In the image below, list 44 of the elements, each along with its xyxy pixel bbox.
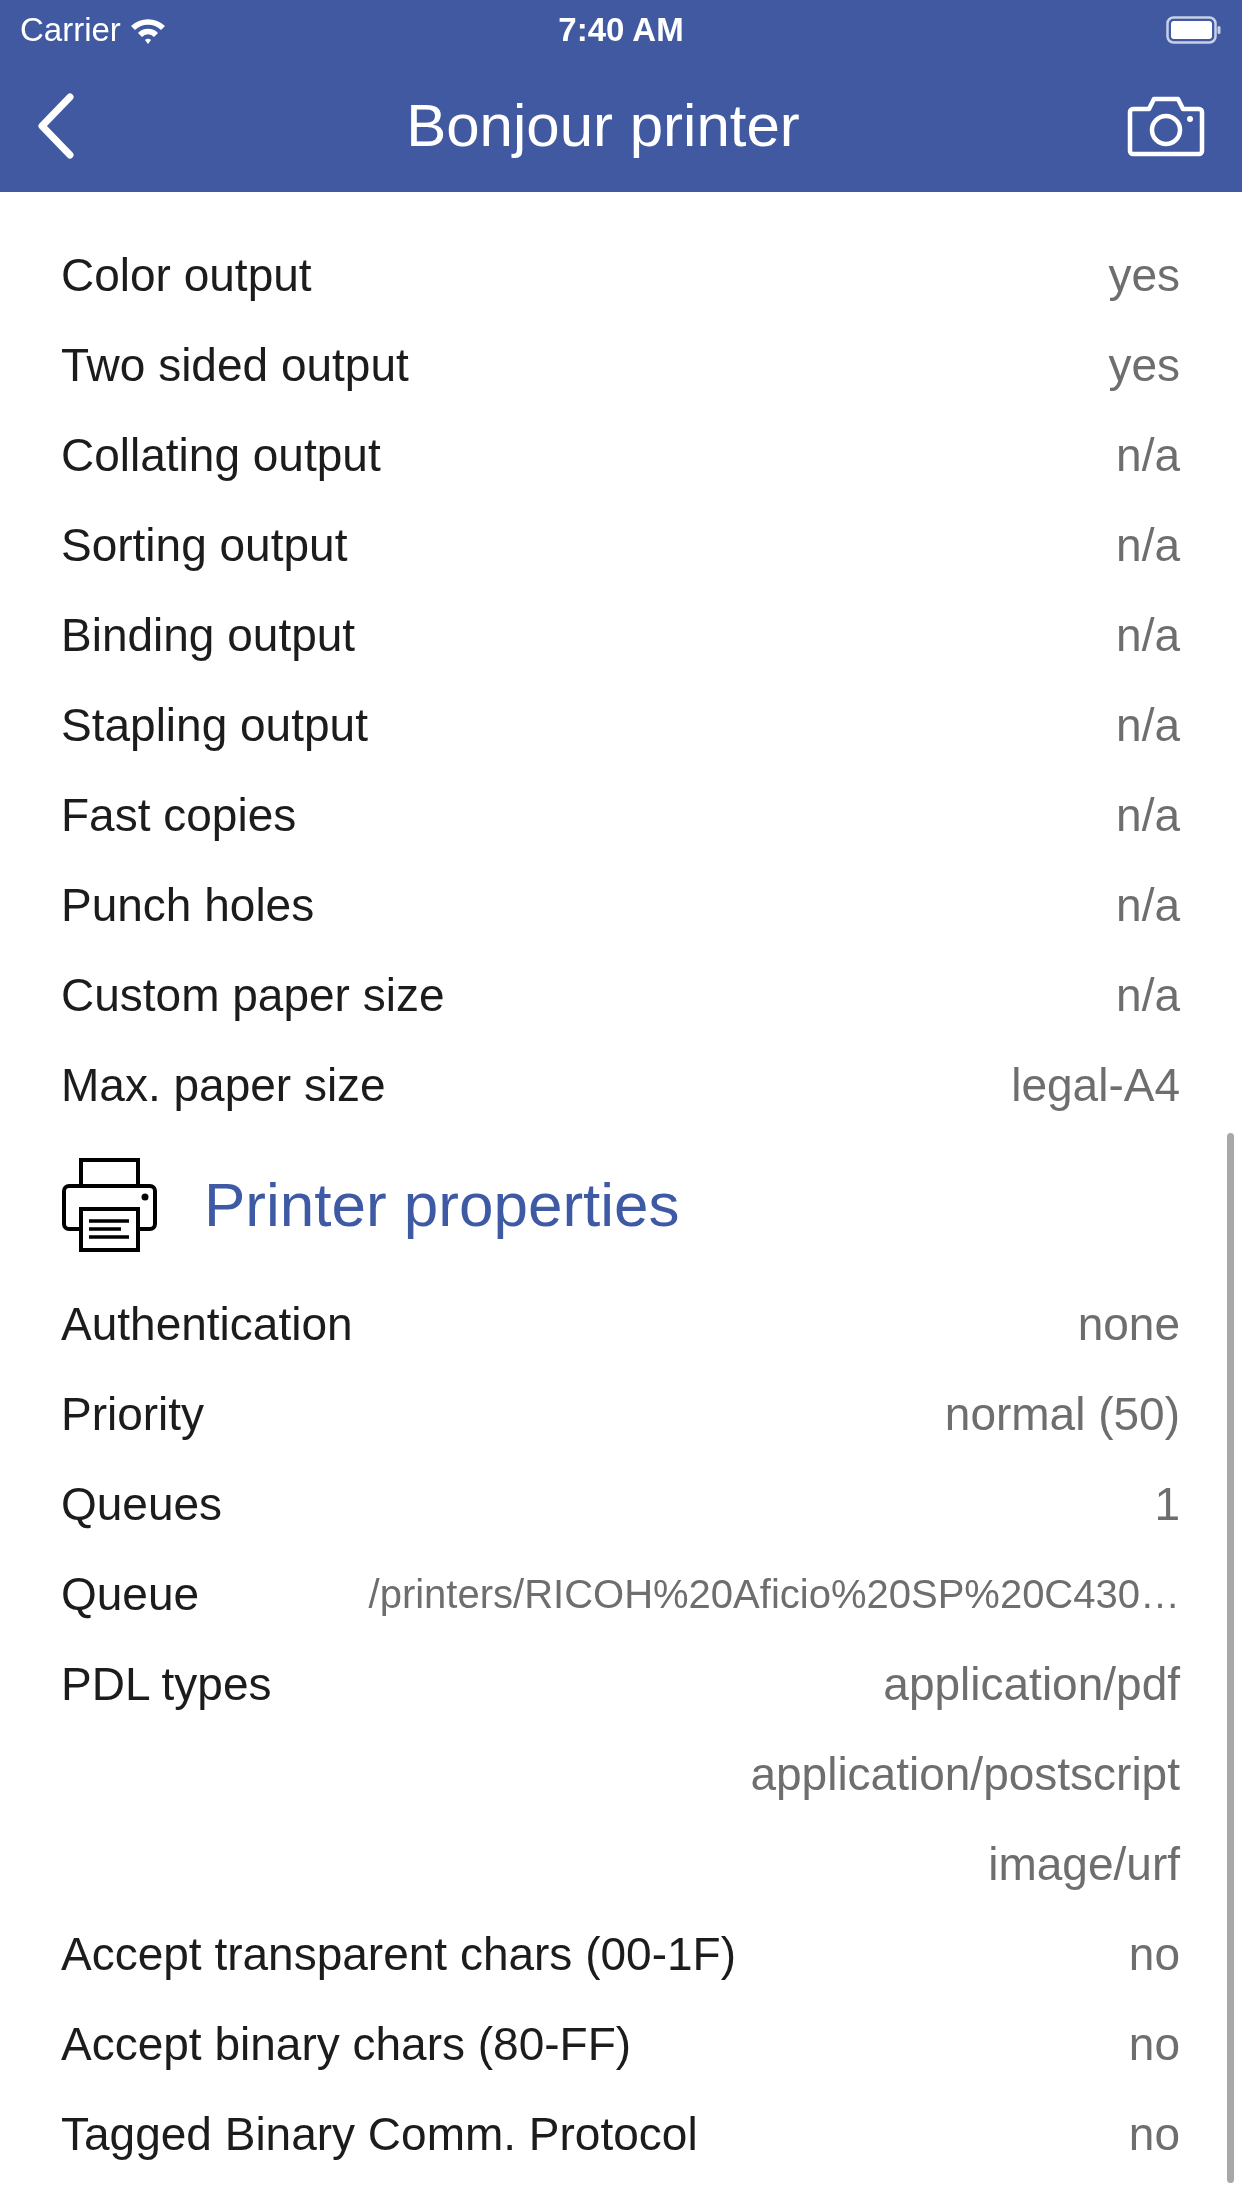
row-value: none xyxy=(1077,1296,1180,1352)
printer-icon xyxy=(61,1156,158,1253)
row-label: Queues xyxy=(61,1476,223,1532)
row-value: no xyxy=(1128,1926,1180,1982)
clock-label: 7:40 AM xyxy=(558,10,684,51)
row-label: Authentication xyxy=(61,1296,353,1352)
row-label: Custom paper size xyxy=(61,967,445,1023)
row-value: legal-A4 xyxy=(1011,1057,1180,1113)
row-value: no xyxy=(1128,2106,1180,2162)
row-value: n/a xyxy=(1116,517,1180,573)
row-label: Collating output xyxy=(61,427,381,483)
row-value: n/a xyxy=(1116,967,1180,1023)
row-label: Binding output xyxy=(61,607,356,663)
row-value: n/a xyxy=(1116,697,1180,753)
row-value: image/urf xyxy=(988,1836,1180,1892)
battery-icon xyxy=(1166,15,1222,45)
row-value: yes xyxy=(1108,247,1180,303)
row-label: Color output xyxy=(61,247,312,303)
row-label: Accept transparent chars (00-1F) xyxy=(61,1926,736,1982)
row-value: application/pdf xyxy=(883,1656,1180,1712)
row-label: Punch holes xyxy=(61,877,315,933)
row-label: Fast copies xyxy=(61,787,297,843)
row-label: Two sided output xyxy=(61,337,409,393)
section-title: Printer properties xyxy=(204,1169,680,1241)
row-value: n/a xyxy=(1116,787,1180,843)
row-label: Max. paper size xyxy=(61,1057,386,1113)
row-value: application/postscript xyxy=(750,1746,1180,1802)
row-label: Queue xyxy=(61,1566,200,1622)
row-label: PDL types xyxy=(61,1656,272,1712)
row-label: Priority xyxy=(61,1386,205,1442)
row-value: /printers/RICOH%20Aficio%20SP%20C430… xyxy=(368,1571,1180,1618)
row-value: normal (50) xyxy=(944,1386,1180,1442)
row-label: Sorting output xyxy=(61,517,348,573)
nav-title: Bonjour printer xyxy=(406,91,800,161)
row-label: Accept binary chars (80-FF) xyxy=(61,2016,632,2072)
carrier-label: Carrier xyxy=(20,10,121,51)
row-label: Tagged Binary Comm. Protocol xyxy=(61,2106,698,2162)
row-value: yes xyxy=(1108,337,1180,393)
row-label: Stapling output xyxy=(61,697,368,753)
row-value: n/a xyxy=(1116,427,1180,483)
row-value: n/a xyxy=(1116,607,1180,663)
row-value: no xyxy=(1128,2016,1180,2072)
row-value: n/a xyxy=(1116,877,1180,933)
row-value: 1 xyxy=(1154,1476,1180,1532)
